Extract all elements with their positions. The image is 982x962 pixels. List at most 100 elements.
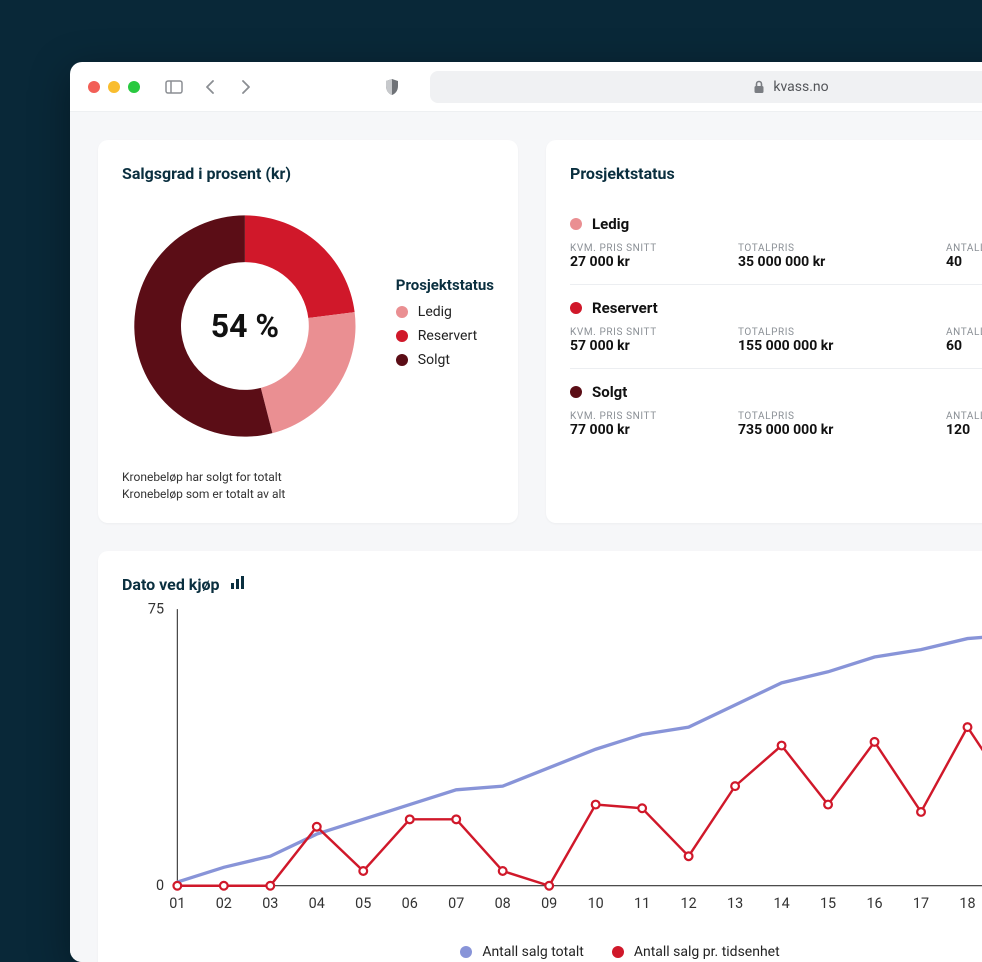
- status-swatch: [570, 386, 582, 398]
- x-tick-label: 15: [820, 894, 836, 911]
- donut-legend: Prosjektstatus Ledig Reservert Solgt: [396, 276, 494, 376]
- legend-item: Ledig: [396, 304, 494, 320]
- stat-label: ANTALL: [946, 327, 982, 338]
- data-point: [313, 822, 321, 830]
- data-point: [499, 867, 507, 875]
- data-point: [592, 800, 600, 808]
- data-point: [638, 804, 646, 812]
- data-point: [778, 741, 786, 749]
- data-point: [406, 815, 414, 823]
- x-tick-label: 14: [773, 894, 789, 911]
- stat-label: KVM. PRIS SNITT: [570, 411, 710, 422]
- lock-icon: [753, 80, 765, 94]
- legend-title: Prosjektstatus: [396, 276, 494, 294]
- data-point: [685, 852, 693, 860]
- x-tick-label: 01: [169, 894, 185, 911]
- purchase-date-chart-card: Dato ved kjøp 0 75 01 02 03 04 05 06 07 08 09 10 11 1…: [98, 551, 982, 962]
- status-name: Reservert: [592, 299, 658, 317]
- donut-center-label: 54 %: [122, 201, 368, 451]
- x-tick-label: 17: [913, 894, 929, 911]
- dashboard-content: Salgsgrad i prosent (kr) 54 % Prosjektst…: [70, 112, 982, 962]
- data-point: [545, 881, 553, 889]
- x-tick-label: 09: [541, 894, 557, 911]
- y-tick-label: 0: [156, 877, 164, 894]
- legend-label: Solgt: [418, 352, 450, 368]
- legend-swatch: [396, 330, 408, 342]
- project-status-card: Prosjektstatus LedigKVM. PRIS SNITT27 00…: [546, 140, 982, 523]
- x-tick-label: 02: [216, 894, 232, 911]
- address-bar[interactable]: kvass.no: [430, 71, 982, 103]
- legend-per: Antall salg pr. tidsenhet: [634, 944, 780, 960]
- stat-value: 40: [946, 254, 982, 270]
- legend-label: Ledig: [418, 304, 452, 320]
- x-tick-label: 05: [355, 894, 371, 911]
- sales-percent-card: Salgsgrad i prosent (kr) 54 % Prosjektst…: [98, 140, 518, 523]
- x-tick-label: 18: [959, 894, 975, 911]
- x-tick-label: 12: [681, 894, 697, 911]
- status-name: Solgt: [592, 383, 627, 401]
- close-window-button[interactable]: [88, 81, 100, 93]
- legend-swatch: [396, 354, 408, 366]
- x-tick-label: 10: [588, 894, 604, 911]
- sidebar-toggle-icon[interactable]: [160, 73, 188, 101]
- card-title: Salgsgrad i prosent (kr): [122, 164, 494, 183]
- privacy-shield-icon[interactable]: [378, 73, 406, 101]
- stat-value: 120: [946, 422, 982, 438]
- browser-window: kvass.no Salgsgrad i prosent (kr) 54 % P…: [70, 62, 982, 962]
- legend-total: Antall salg totalt: [482, 944, 584, 960]
- x-tick-label: 07: [448, 894, 464, 911]
- x-tick-label: 08: [495, 894, 511, 911]
- legend-label: Reservert: [418, 328, 477, 344]
- stat-value: 735 000 000 kr: [738, 422, 918, 438]
- minimize-window-button[interactable]: [108, 81, 120, 93]
- data-point: [220, 881, 228, 889]
- data-point: [824, 800, 832, 808]
- status-item-solgt: Solgt KVM. PRIS SNITT77 000 kr TOTALPRIS73…: [570, 368, 982, 452]
- legend-swatch: [396, 306, 408, 318]
- status-name: Ledig: [592, 215, 629, 233]
- y-tick-label: 75: [148, 600, 164, 617]
- stat-value: 60: [946, 338, 982, 354]
- nav-forward-icon[interactable]: [232, 73, 260, 101]
- legend-item: Reservert: [396, 328, 494, 344]
- status-swatch: [570, 302, 582, 314]
- stat-value: 155 000 000 kr: [738, 338, 918, 354]
- x-tick-label: 16: [866, 894, 882, 911]
- footnote-line: Kronebeløp har solgt for totalt: [122, 469, 494, 486]
- stat-label: TOTALPRIS: [738, 327, 918, 338]
- x-tick-label: 13: [727, 894, 743, 911]
- x-tick-label: 04: [309, 894, 325, 911]
- data-point: [917, 808, 925, 816]
- maximize-window-button[interactable]: [128, 81, 140, 93]
- x-tick-label: 11: [634, 894, 650, 911]
- stat-label: TOTALPRIS: [738, 243, 918, 254]
- stat-label: ANTALL: [946, 243, 982, 254]
- stat-label: ANTALL: [946, 411, 982, 422]
- data-point: [359, 867, 367, 875]
- footnote-line: Kronebeløp som er totalt av alt: [122, 486, 494, 503]
- x-tick-label: 06: [402, 894, 418, 911]
- data-point: [731, 782, 739, 790]
- stat-value: 77 000 kr: [570, 422, 710, 438]
- donut-chart: 54 %: [122, 201, 368, 451]
- card-title: Dato ved kjøp: [122, 575, 220, 594]
- bar-chart-icon[interactable]: [230, 575, 246, 594]
- data-point: [452, 815, 460, 823]
- address-bar-host: kvass.no: [773, 79, 828, 95]
- legend-item: Solgt: [396, 352, 494, 368]
- browser-titlebar: kvass.no: [70, 62, 982, 112]
- line-chart-legend: Antall salg totalt Antall salg pr. tidse…: [122, 944, 982, 962]
- stat-label: KVM. PRIS SNITT: [570, 243, 710, 254]
- data-point: [173, 881, 181, 889]
- stat-label: TOTALPRIS: [738, 411, 918, 422]
- donut-footnotes: Kronebeløp har solgt for totalt Kronebel…: [122, 469, 494, 503]
- line-series: [177, 679, 982, 886]
- x-tick-label: 03: [262, 894, 278, 911]
- stat-value: 27 000 kr: [570, 254, 710, 270]
- stat-label: KVM. PRIS SNITT: [570, 327, 710, 338]
- window-controls: [88, 81, 140, 93]
- data-point: [266, 881, 274, 889]
- stat-value: 57 000 kr: [570, 338, 710, 354]
- stat-value: 35 000 000 kr: [738, 254, 918, 270]
- nav-back-icon[interactable]: [196, 73, 224, 101]
